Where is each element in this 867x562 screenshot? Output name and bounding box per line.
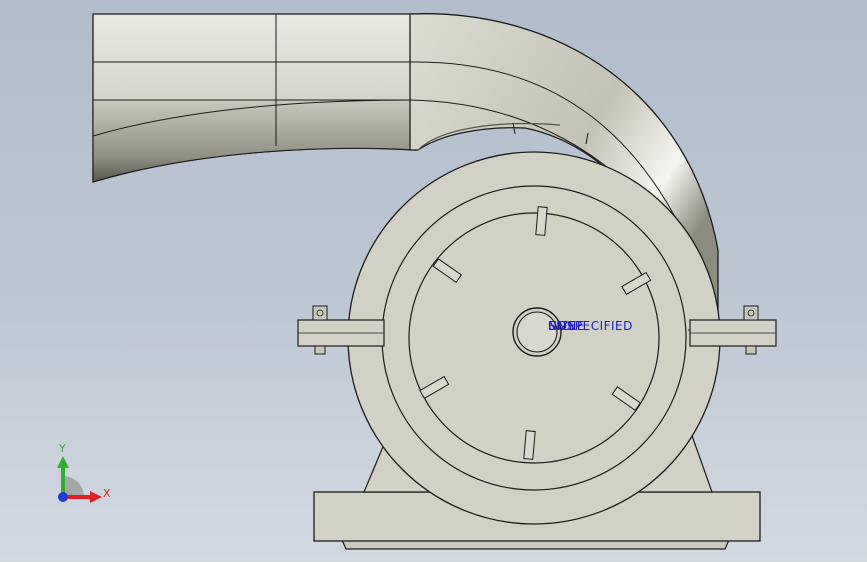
blower-model[interactable]: [0, 0, 867, 562]
coordinate-triad: [57, 456, 102, 503]
outlet-duct[interactable]: [92, 13, 416, 183]
graphics-viewport[interactable]: SIZE NONE UNSPECIFIED Y X: [0, 0, 867, 562]
triad-x-label: X: [103, 487, 111, 500]
annotation-unspecified: UNSPECIFIED: [548, 319, 633, 333]
triad-y-label: Y: [59, 442, 66, 455]
